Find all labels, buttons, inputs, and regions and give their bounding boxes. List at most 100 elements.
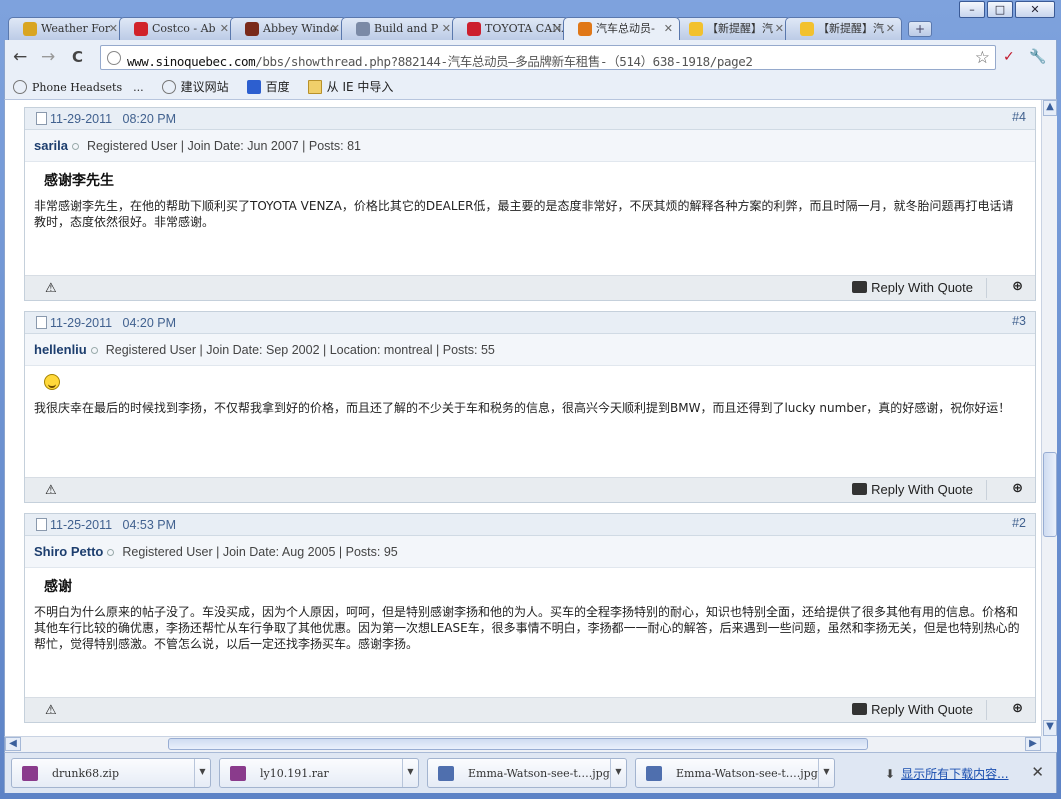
download-menu-icon[interactable]: ▼ — [402, 759, 418, 787]
file-icon — [230, 766, 246, 781]
tab-close-icon[interactable]: ✕ — [775, 18, 784, 40]
post-number-link[interactable]: #4 — [1012, 110, 1026, 124]
vertical-scrollbar[interactable]: ▲ ▼ — [1041, 100, 1057, 736]
tab-close-icon[interactable]: ✕ — [109, 18, 118, 40]
reply-with-quote-button[interactable]: Reply With Quote — [852, 482, 973, 497]
tab-2[interactable]: Abbey Windo ✕ — [230, 17, 347, 40]
download-item[interactable]: Emma-Watson-see-t….jpg ▼ — [427, 758, 627, 788]
favicon-icon — [23, 22, 37, 36]
tab-close-icon[interactable]: ✕ — [886, 18, 895, 40]
scroll-right-icon[interactable]: ▶ — [1025, 737, 1041, 751]
tab-3[interactable]: Build and P ✕ — [341, 17, 458, 40]
user-meta: Registered User | Join Date: Aug 2005 | … — [122, 545, 398, 559]
username-link[interactable]: sarila — [34, 138, 68, 153]
tab-title: 【新提醒】汽 — [818, 22, 884, 35]
post-icon — [36, 316, 47, 329]
tab-close-icon[interactable]: ✕ — [331, 18, 340, 40]
reply-with-quote-button[interactable]: Reply With Quote — [852, 702, 973, 717]
tab-close-icon[interactable]: ✕ — [553, 18, 562, 40]
maximize-button[interactable]: □ — [987, 1, 1013, 18]
user-meta: Registered User | Join Date: Sep 2002 | … — [105, 343, 495, 357]
minimize-button[interactable]: – — [959, 1, 985, 18]
post-date: 11-29-2011 04:20 PM — [50, 316, 177, 330]
favicon-icon — [800, 22, 814, 36]
multiquote-button[interactable]: ⊕ — [1012, 481, 1023, 496]
post-user-info: hellenliu Registered User | Join Date: Se… — [25, 334, 1035, 366]
download-menu-icon[interactable]: ▼ — [194, 759, 210, 787]
tab-close-icon[interactable]: ✕ — [220, 18, 229, 40]
smiley-icon — [44, 374, 60, 390]
download-filename: ly10.191.rar — [260, 767, 329, 780]
file-icon — [438, 766, 454, 781]
bookmarks-bar: Phone Headsets ... 建议网站 百度 从 IE 中导入 — [4, 74, 1057, 100]
bookmark-0[interactable]: Phone Headsets ... — [13, 79, 144, 95]
bookmark-label: 百度 — [265, 80, 290, 94]
folder-icon — [307, 79, 322, 94]
address-bar[interactable]: www.sinoquebec.com/bbs/showthread.php?88… — [100, 45, 996, 70]
show-all-downloads-link[interactable]: ⬇ 显示所有下载内容... — [885, 765, 1009, 782]
bookmark-2[interactable]: 百度 — [246, 78, 290, 95]
favicon-icon — [356, 22, 370, 36]
download-item[interactable]: Emma-Watson-see-t….jpg ▼ — [635, 758, 835, 788]
tab-4[interactable]: TOYOTA CANA ✕ — [452, 17, 569, 40]
post-title: 感谢 — [44, 579, 72, 595]
post-number-link[interactable]: #2 — [1012, 516, 1026, 530]
post-text: 我很庆幸在最后的时候找到李扬，不仅帮我拿到好的价格，而且还了解的不少关于车和税务… — [34, 401, 1011, 415]
tab-close-icon[interactable]: ✕ — [442, 18, 451, 40]
download-menu-icon[interactable]: ▼ — [818, 759, 834, 787]
scroll-down-icon[interactable]: ▼ — [1043, 720, 1057, 736]
download-item[interactable]: drunk68.zip ▼ — [11, 758, 211, 788]
back-button[interactable]: ← — [13, 47, 27, 67]
download-filename: drunk68.zip — [52, 767, 119, 780]
bookmark-3[interactable]: 从 IE 中导入 — [307, 78, 393, 95]
tab-7[interactable]: 【新提醒】汽 ✕ — [785, 17, 902, 40]
post-footer: ⚠ Reply With Quote ⊕ — [25, 275, 1035, 300]
multiquote-button[interactable]: ⊕ — [1012, 701, 1023, 716]
close-shelf-button[interactable]: ✕ — [1031, 763, 1044, 781]
tab-5[interactable]: 汽车总动员- ✕ — [563, 17, 680, 40]
favicon-icon — [467, 22, 481, 36]
bookmark-1[interactable]: 建议网站 — [161, 78, 229, 95]
horizontal-scrollbar[interactable]: ◀ ▶ — [4, 736, 1041, 752]
wrench-icon[interactable]: 🔧 — [1029, 49, 1046, 65]
extension-icon[interactable]: ✓ — [1003, 49, 1015, 65]
post-footer: ⚠ Reply With Quote ⊕ — [25, 477, 1035, 502]
tab-close-icon[interactable]: ✕ — [664, 18, 673, 40]
post-number-link[interactable]: #3 — [1012, 314, 1026, 328]
new-tab-button[interactable]: + — [908, 21, 932, 37]
tab-title: Abbey Windo — [263, 22, 337, 35]
horizontal-scroll-thumb[interactable] — [168, 738, 868, 750]
scroll-left-icon[interactable]: ◀ — [5, 737, 21, 751]
favicon-icon — [245, 22, 259, 36]
post-body: 感谢 不明白为什么原来的帖子没了。车没买成，因为个人原因，呵呵，但是特别感谢李扬… — [25, 568, 1035, 652]
bookmark-star-icon[interactable]: ☆ — [975, 48, 990, 68]
report-warning-icon[interactable]: ⚠ — [45, 703, 57, 718]
tab-1[interactable]: Costco - Ab ✕ — [119, 17, 236, 40]
vertical-scroll-thumb[interactable] — [1043, 452, 1057, 537]
report-warning-icon[interactable]: ⚠ — [45, 281, 57, 296]
globe-icon — [107, 51, 121, 65]
quote-icon — [852, 281, 868, 293]
file-icon — [22, 766, 38, 781]
post-header: 11-25-2011 04:53 PM #2 — [25, 514, 1035, 536]
scroll-up-icon[interactable]: ▲ — [1043, 100, 1057, 116]
reply-with-quote-button[interactable]: Reply With Quote — [852, 280, 973, 295]
bookmark-label: 建议网站 — [180, 80, 229, 94]
close-window-button[interactable]: ✕ — [1015, 1, 1055, 18]
forward-button[interactable]: → — [41, 47, 55, 67]
tab-title: 【新提醒】汽 — [707, 22, 773, 35]
username-link[interactable]: hellenliu — [34, 342, 87, 357]
post-text: 非常感谢李先生，在他的帮助下顺利买了TOYOTA VENZA，价格比其它的DEA… — [34, 199, 1014, 229]
post-2: 11-25-2011 04:53 PM #2 Shiro Petto Regist… — [24, 513, 1036, 723]
download-item[interactable]: ly10.191.rar ▼ — [219, 758, 419, 788]
report-warning-icon[interactable]: ⚠ — [45, 483, 57, 498]
download-menu-icon[interactable]: ▼ — [610, 759, 626, 787]
multiquote-button[interactable]: ⊕ — [1012, 279, 1023, 294]
divider — [986, 480, 987, 500]
reload-button[interactable]: C — [72, 48, 83, 66]
offline-status-icon — [71, 143, 79, 150]
tab-6[interactable]: 【新提醒】汽 ✕ — [674, 17, 791, 40]
tab-0[interactable]: Weather For ✕ — [8, 17, 125, 40]
username-link[interactable]: Shiro Petto — [34, 544, 103, 559]
post-icon — [36, 112, 47, 125]
